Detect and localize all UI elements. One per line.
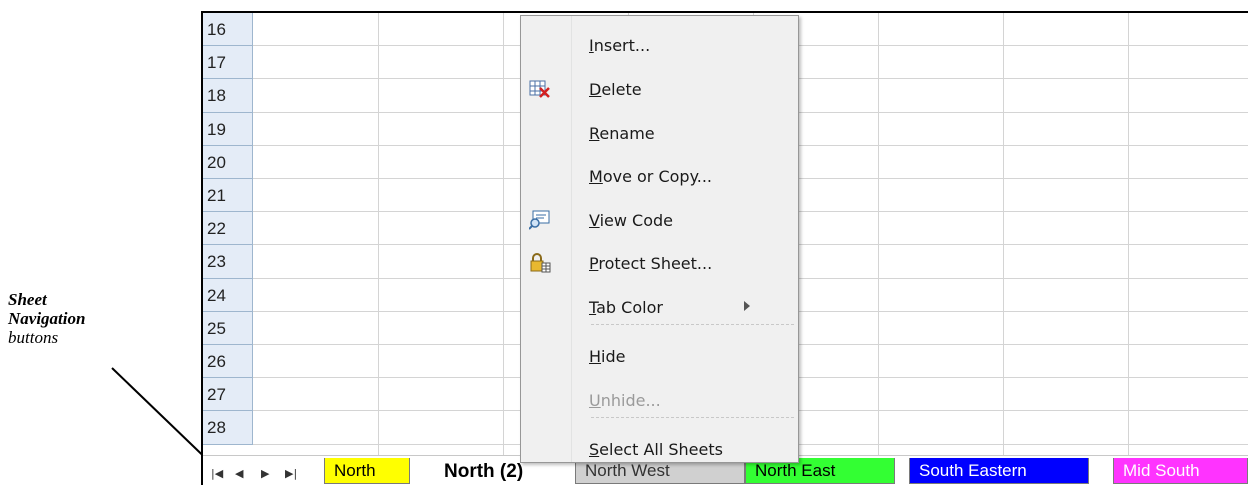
menu-item-insert[interactable]: Insert... xyxy=(521,30,798,60)
menu-item-protect-sheet[interactable]: Protect Sheet... xyxy=(521,248,798,278)
row-header[interactable]: 17 xyxy=(203,46,253,80)
row-header[interactable]: 20 xyxy=(203,145,253,179)
last-sheet-button[interactable]: ▶| xyxy=(285,467,297,480)
menu-item-tab-color[interactable]: Tab Color xyxy=(521,292,798,322)
menu-item-hotkey: I xyxy=(589,36,594,55)
tab-label: South Eastern xyxy=(919,461,1027,480)
row-header[interactable]: 24 xyxy=(203,278,253,312)
next-sheet-button[interactable]: ▶ xyxy=(261,467,269,480)
row-header[interactable]: 22 xyxy=(203,212,253,246)
menu-item-rename[interactable]: Rename xyxy=(521,118,798,148)
row-header[interactable]: 18 xyxy=(203,79,253,113)
row-header[interactable]: 28 xyxy=(203,411,253,445)
row-header[interactable]: 21 xyxy=(203,179,253,213)
menu-separator xyxy=(591,324,794,325)
menu-item-hotkey: U xyxy=(589,391,601,410)
tab-label: North xyxy=(334,461,376,480)
menu-item-label: Unhide... xyxy=(589,391,661,410)
menu-item-label: Delete xyxy=(589,80,642,99)
prev-sheet-button[interactable]: ◀ xyxy=(235,467,243,480)
menu-item-hotkey: S xyxy=(589,440,600,459)
row-header[interactable]: 16 xyxy=(203,13,253,47)
menu-separator xyxy=(591,417,794,418)
column-gridline xyxy=(878,13,879,455)
view-code-icon xyxy=(528,210,551,230)
row-header[interactable]: 23 xyxy=(203,245,253,279)
delete-sheet-icon xyxy=(529,79,551,99)
menu-item-label: Rename xyxy=(589,124,655,143)
menu-item-unhide: Unhide... xyxy=(521,385,798,415)
row-header[interactable]: 25 xyxy=(203,311,253,345)
tab-label: North (2) xyxy=(444,461,524,482)
protect-sheet-icon xyxy=(529,253,551,273)
column-gridline xyxy=(503,13,504,455)
menu-item-label: Insert... xyxy=(589,36,651,55)
first-sheet-button[interactable]: |◀ xyxy=(211,467,223,480)
menu-item-label: Tab Color xyxy=(589,298,663,317)
menu-item-move-or-copy[interactable]: Move or Copy... xyxy=(521,161,798,191)
menu-item-hotkey: H xyxy=(589,347,602,366)
menu-item-hide[interactable]: Hide xyxy=(521,341,798,371)
menu-item-hotkey: M xyxy=(589,167,603,186)
menu-item-label: Move or Copy... xyxy=(589,167,713,186)
menu-item-hotkey: P xyxy=(589,254,599,273)
column-gridline xyxy=(1128,13,1129,455)
menu-item-label: Select All Sheets xyxy=(589,440,723,459)
menu-item-hotkey: R xyxy=(589,124,600,143)
menu-item-hotkey: T xyxy=(589,298,597,317)
menu-item-delete[interactable]: Delete xyxy=(521,74,798,104)
menu-item-label: Hide xyxy=(589,347,626,366)
column-gridline xyxy=(1003,13,1004,455)
row-header[interactable]: 19 xyxy=(203,112,253,146)
submenu-arrow-icon xyxy=(744,301,750,311)
menu-item-hotkey: V xyxy=(589,211,600,230)
menu-item-label: Protect Sheet... xyxy=(589,254,713,273)
row-header[interactable]: 27 xyxy=(203,378,253,412)
tab-label: Mid South xyxy=(1123,461,1200,480)
menu-item-view-code[interactable]: View Code xyxy=(521,205,798,235)
sheet-tab-north[interactable]: North xyxy=(324,458,410,484)
sheet-context-menu: Insert... Delete Rename Move or Copy... View… xyxy=(520,15,799,463)
sheet-tab-mid-south[interactable]: Mid South xyxy=(1113,458,1248,484)
menu-item-hotkey: D xyxy=(589,80,602,99)
menu-item-select-all-sheets[interactable]: Select All Sheets xyxy=(521,434,798,464)
row-header[interactable]: 26 xyxy=(203,345,253,379)
column-gridline xyxy=(378,13,379,455)
menu-item-label: View Code xyxy=(589,211,674,230)
sheet-tab-south-eastern[interactable]: South Eastern xyxy=(909,458,1089,484)
